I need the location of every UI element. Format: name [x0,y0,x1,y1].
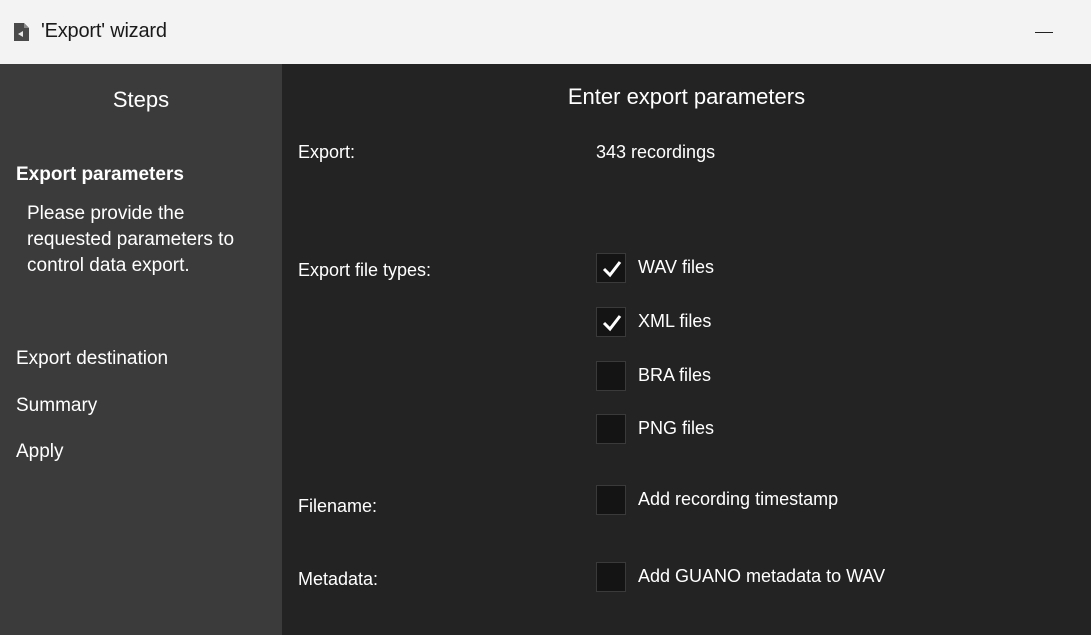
timestamp-label: Add recording timestamp [638,489,839,509]
step-summary[interactable]: Summary [16,395,97,417]
step-export-parameters[interactable]: Export parameters [16,164,184,186]
checkmark-icon [602,315,622,332]
window-title: 'Export' wizard [41,20,167,42]
file-types-label: Export file types: [298,260,432,280]
steps-sidebar: Steps Export parameters Please provide t… [0,64,282,635]
parameters-panel: Enter export parameters Export: 343 reco… [282,64,1091,635]
bra-files-label: BRA files [638,365,712,385]
metadata-label: Metadata: [298,569,379,589]
xml-files-checkbox[interactable] [596,307,626,337]
step-export-destination[interactable]: Export destination [16,348,168,370]
wav-files-checkbox[interactable] [596,253,626,283]
document-icon [13,23,29,41]
step-description: Please provide the requested parameters … [27,203,235,276]
xml-files-label: XML files [638,311,712,331]
step-apply[interactable]: Apply [16,441,64,463]
checkmark-icon [602,261,622,278]
guano-label: Add GUANO metadata to WAV [638,566,886,586]
bra-files-checkbox[interactable] [596,361,626,391]
title-bar: 'Export' wizard [0,0,1091,64]
page-title: Enter export parameters [567,84,806,109]
filename-label: Filename: [298,496,378,516]
export-label: Export: [298,142,356,162]
timestamp-checkbox[interactable] [596,485,626,515]
png-files-checkbox[interactable] [596,414,626,444]
minimize-button[interactable] [1027,18,1061,46]
export-count: 343 recordings [596,142,716,162]
guano-checkbox[interactable] [596,562,626,592]
wav-files-label: WAV files [638,257,715,277]
steps-heading: Steps [112,87,170,112]
png-files-label: PNG files [638,418,715,438]
